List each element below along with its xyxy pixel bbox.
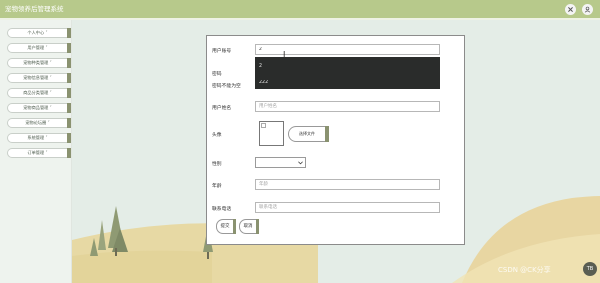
sidebar-item-pet-category[interactable]: 宠物种类管理 ˅ — [7, 58, 71, 68]
menu-indicator — [67, 43, 71, 53]
sidebar-item-forum[interactable]: 宠物论坛圈 ˅ — [7, 118, 71, 128]
sidebar-item-label: 个人中心 ˅ — [27, 30, 48, 35]
choose-file-label: 选择文件 — [299, 131, 315, 136]
menu-indicator — [67, 88, 71, 98]
autocomplete-dropdown: 2 222 — [255, 57, 440, 89]
sidebar-item-label: 宠物种类管理 ˅ — [23, 60, 52, 65]
menu-indicator — [67, 118, 71, 128]
submit-label: 提交 — [220, 224, 230, 229]
gender-label: 性别 — [212, 162, 222, 167]
broken-image-icon — [261, 123, 266, 128]
sidebar-item-label: 系统管理 ˅ — [27, 135, 48, 140]
menu-indicator — [67, 58, 71, 68]
sidebar-item-label: 宠物论坛圈 ˅ — [25, 120, 50, 125]
menu-indicator — [67, 28, 71, 38]
floating-action-button[interactable]: TB — [583, 262, 597, 276]
watermark: CSDN @CK分享 — [498, 266, 551, 274]
sidebar-item-pet-products[interactable]: 宠物商品管理 ˅ — [7, 103, 71, 113]
button-indicator — [256, 219, 259, 234]
password-error: 密码不能为空 — [212, 84, 241, 89]
sidebar-item-pet-info[interactable]: 宠物信息管理 ˅ — [7, 73, 71, 83]
sidebar-item-orders[interactable]: 订单管理 ˅ — [7, 148, 71, 158]
expand-icon[interactable] — [565, 4, 576, 15]
submit-button[interactable]: 提交 — [216, 219, 236, 234]
sidebar-item-personal-center[interactable]: 个人中心 ˅ — [7, 28, 71, 38]
user-icon[interactable] — [582, 4, 593, 15]
sidebar-item-system[interactable]: 系统管理 ˅ — [7, 133, 71, 143]
name-input[interactable] — [255, 101, 440, 112]
header-bar: 宠物领养后管理系统 — [0, 0, 600, 18]
button-indicator — [233, 219, 236, 234]
age-input[interactable] — [255, 179, 440, 190]
sidebar-item-label: 订单管理 ˅ — [27, 150, 48, 155]
sidebar-item-label: 宠物商品管理 ˅ — [23, 105, 52, 110]
floating-button-label: TB — [586, 266, 594, 272]
sidebar-item-label: 商品分类管理 ˅ — [23, 90, 52, 95]
cancel-label: 取消 — [243, 224, 253, 229]
menu-indicator — [67, 148, 71, 158]
choose-file-button[interactable]: 选择文件 — [288, 126, 329, 142]
autocomplete-option[interactable]: 2 — [259, 64, 262, 69]
account-label: 用户账号 — [212, 49, 232, 54]
chevron-down-icon — [298, 161, 303, 165]
password-label: 密码 — [212, 72, 222, 77]
autocomplete-option[interactable]: 222 — [259, 80, 268, 86]
sidebar-item-product-category[interactable]: 商品分类管理 ˅ — [7, 88, 71, 98]
cancel-button[interactable]: 取消 — [239, 219, 259, 234]
sidebar-item-label: 用户管理 ˅ — [27, 45, 48, 50]
avatar-label: 头像 — [212, 133, 222, 138]
age-label: 年龄 — [212, 184, 222, 189]
sidebar-item-label: 宠物信息管理 ˅ — [23, 75, 52, 80]
name-label: 用户姓名 — [212, 106, 232, 111]
menu-indicator — [67, 133, 71, 143]
phone-label: 联系电话 — [212, 207, 232, 212]
phone-input[interactable] — [255, 202, 440, 213]
gender-select[interactable] — [255, 157, 306, 168]
menu-indicator — [67, 103, 71, 113]
app-title: 宠物领养后管理系统 — [5, 5, 64, 13]
text-cursor-icon: Ι — [283, 50, 286, 59]
menu-indicator — [67, 73, 71, 83]
sidebar-item-user-management[interactable]: 用户管理 ˅ — [7, 43, 71, 53]
avatar-preview — [259, 121, 284, 146]
header-divider — [0, 18, 600, 20]
button-indicator — [325, 126, 329, 142]
